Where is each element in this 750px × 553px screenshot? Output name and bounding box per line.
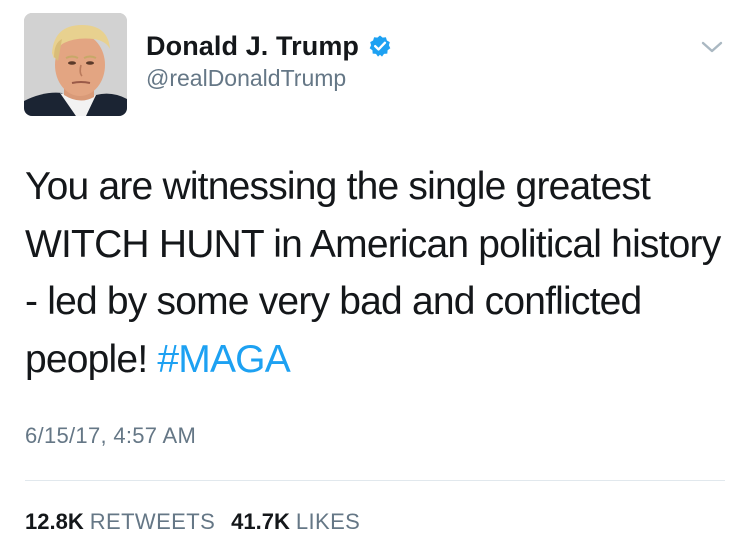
author-display-name[interactable]: Donald J. Trump xyxy=(146,31,359,62)
avatar-portrait-icon xyxy=(24,13,127,116)
tweet-card: Donald J. Trump @realDonaldTrump You are… xyxy=(0,0,750,553)
tweet-body-text: You are witnessing the single greatest W… xyxy=(25,165,721,381)
author-avatar[interactable] xyxy=(24,13,127,116)
divider xyxy=(25,480,725,481)
retweets-count: 12.8K xyxy=(25,509,84,534)
hashtag-link[interactable]: #MAGA xyxy=(157,338,290,381)
likes-stat[interactable]: 41.7K LIKES xyxy=(231,509,360,535)
likes-label: LIKES xyxy=(295,509,361,534)
chevron-down-icon[interactable] xyxy=(700,38,724,56)
likes-count: 41.7K xyxy=(231,509,290,534)
tweet-timestamp[interactable]: 6/15/17, 4:57 AM xyxy=(25,423,196,449)
retweets-label: RETWEETS xyxy=(89,509,216,534)
author-handle[interactable]: @realDonaldTrump xyxy=(146,65,346,92)
tweet-text: You are witnessing the single greatest W… xyxy=(25,158,725,388)
verified-badge-icon xyxy=(369,35,391,57)
tweet-stats: 12.8K RETWEETS 41.7K LIKES xyxy=(25,509,360,535)
retweets-stat[interactable]: 12.8K RETWEETS xyxy=(25,509,215,535)
author-name-row: Donald J. Trump xyxy=(146,28,392,64)
